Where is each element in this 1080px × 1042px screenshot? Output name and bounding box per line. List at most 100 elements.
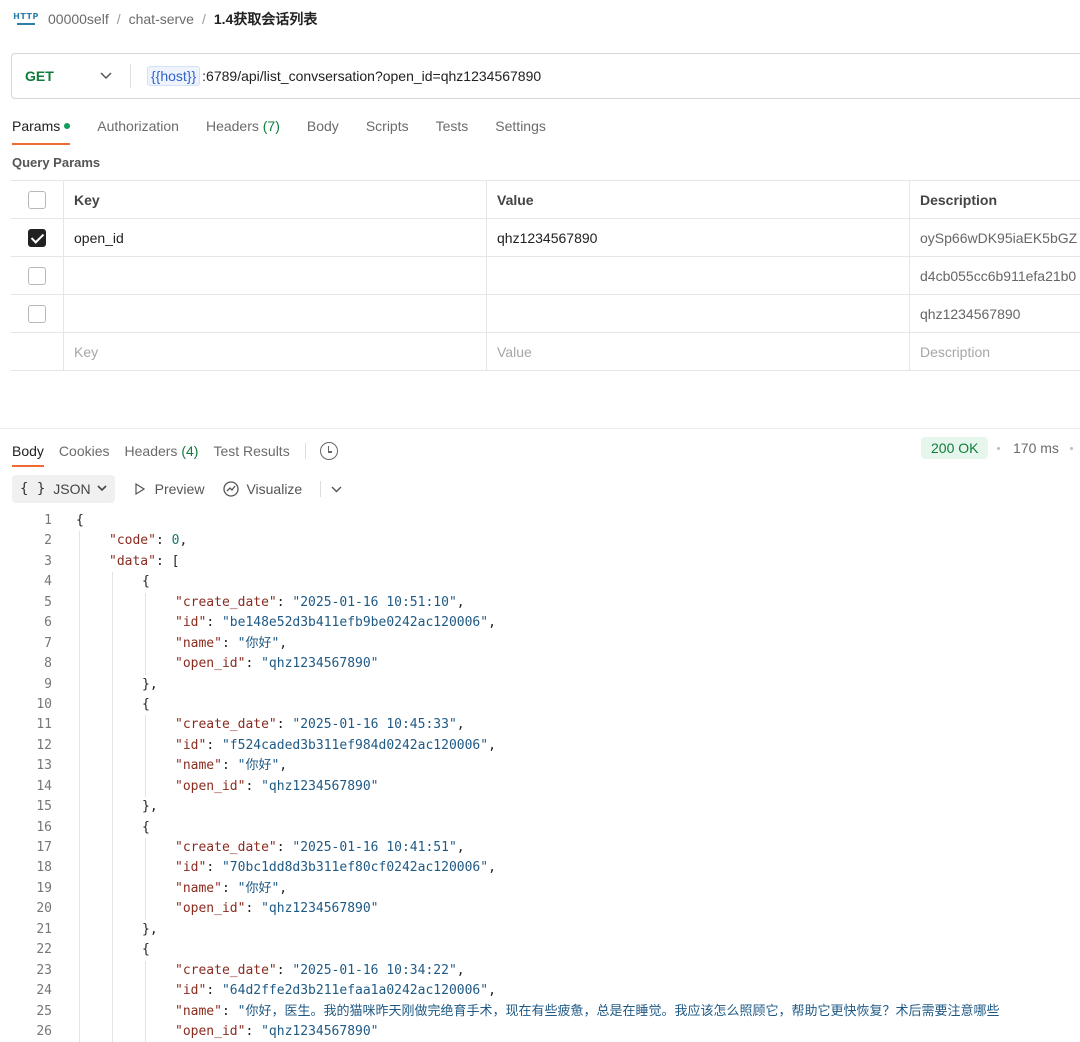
param-enabled-checkbox[interactable] bbox=[28, 228, 46, 247]
code-line: 22 { bbox=[0, 940, 1080, 961]
indent-guide bbox=[112, 858, 113, 879]
code-text: "code": 0, bbox=[109, 531, 187, 551]
play-icon bbox=[135, 483, 145, 495]
response-body-code[interactable]: 1{2 "code": 0, 3 "data": [4{5 "create_date":… bbox=[0, 511, 1080, 1042]
status-badge[interactable]: 200 OK bbox=[921, 437, 989, 459]
host-variable[interactable]: {{host}} bbox=[147, 66, 201, 86]
param-value-cell[interactable]: qhz1234567890 bbox=[486, 219, 909, 256]
method-select[interactable]: GET bbox=[12, 54, 130, 98]
headers-count: (7) bbox=[262, 118, 280, 134]
code-text: "name": "你好，医生。我的猫咪昨天刚做完绝育手术，现在有些疲惫，总是在睡… bbox=[175, 1002, 999, 1022]
http-request-icon: HTTP bbox=[13, 11, 38, 27]
json-punctuation: : bbox=[155, 533, 172, 549]
indent-guide bbox=[79, 940, 80, 961]
param-key-cell[interactable] bbox=[63, 295, 486, 332]
code-text: "name": "你好", bbox=[175, 634, 287, 654]
line-number: 20 bbox=[36, 901, 52, 917]
code-line: 18 "id": "70bc1dd8d3b311ef80cf0242ac12000… bbox=[0, 858, 1080, 879]
code-line: 24 "id": "64d2ffe2d3b211efaa1a0242ac12000… bbox=[0, 981, 1080, 1002]
breadcrumb-workspace[interactable]: 00000self bbox=[48, 11, 109, 27]
breadcrumb-separator: / bbox=[201, 11, 206, 27]
param-description-cell[interactable]: qhz1234567890 bbox=[909, 295, 1080, 332]
chevron-down-icon[interactable] bbox=[331, 482, 342, 496]
indent-guide bbox=[79, 838, 80, 859]
json-string: "qhz1234567890" bbox=[261, 1023, 379, 1039]
response-tab-headers[interactable]: Headers (4) bbox=[125, 439, 199, 463]
tab-scripts[interactable]: Scripts bbox=[366, 112, 409, 144]
indent-guide bbox=[145, 838, 146, 859]
json-key: "data" bbox=[109, 553, 156, 569]
response-tab-test-results[interactable]: Test Results bbox=[213, 439, 289, 463]
json-punctuation: : bbox=[206, 983, 222, 999]
indent-guide bbox=[79, 797, 80, 818]
code-line: 20 "open_id": "qhz1234567890" bbox=[0, 899, 1080, 920]
response-tab-body[interactable]: Body bbox=[12, 439, 44, 467]
chevron-down-icon bbox=[100, 69, 112, 83]
preview-button[interactable]: Preview bbox=[135, 481, 204, 497]
divider bbox=[320, 481, 322, 497]
code-line: 12 "id": "f524caded3b311ef984d0242ac12000… bbox=[0, 735, 1080, 757]
url-input[interactable]: {{host}} :6789/api/list_convsersation?op… bbox=[147, 66, 541, 86]
indent-guide bbox=[79, 756, 80, 777]
json-key: "open_id" bbox=[175, 901, 246, 917]
new-param-row: Key Value Description bbox=[11, 333, 1080, 371]
separator-dot bbox=[997, 447, 1000, 450]
param-value-cell[interactable] bbox=[486, 257, 909, 294]
json-key: "name" bbox=[175, 1003, 222, 1019]
response-time[interactable]: 170 ms bbox=[1013, 440, 1059, 456]
indent-guide bbox=[112, 817, 113, 838]
param-description-cell[interactable]: oySp66wDK95iaEK5bGZ bbox=[909, 219, 1080, 256]
method-label: GET bbox=[25, 68, 54, 84]
param-enabled-checkbox[interactable] bbox=[28, 304, 46, 323]
indent-guide bbox=[79, 572, 80, 593]
indent-guide bbox=[112, 735, 113, 757]
new-value-input[interactable]: Value bbox=[486, 333, 909, 370]
json-punctuation: { bbox=[76, 513, 84, 528]
code-line: 3 "data": [ bbox=[0, 551, 1080, 573]
indent-guide bbox=[145, 858, 146, 879]
indent-guide bbox=[79, 715, 80, 736]
indent-guide bbox=[79, 899, 80, 920]
response-tab-cookies[interactable]: Cookies bbox=[59, 439, 110, 463]
code-line: 13 "name": "你好", bbox=[0, 756, 1080, 777]
tab-authorization[interactable]: Authorization bbox=[97, 112, 179, 144]
json-string: "be148e52d3b411efb9be0242ac120006" bbox=[221, 615, 489, 631]
param-key-cell[interactable]: open_id bbox=[63, 219, 486, 256]
json-string: "2025-01-16 10:45:33" bbox=[292, 717, 457, 733]
json-string: "你好" bbox=[237, 758, 280, 774]
tab-settings[interactable]: Settings bbox=[495, 112, 546, 144]
param-key-cell[interactable] bbox=[63, 257, 486, 294]
param-enabled-checkbox[interactable] bbox=[28, 266, 46, 285]
line-number: 1 bbox=[44, 513, 52, 528]
code-text: "open_id": "qhz1234567890" bbox=[175, 1022, 379, 1042]
json-string: "qhz1234567890" bbox=[261, 901, 379, 917]
indent-guide bbox=[79, 654, 80, 675]
code-line: 17 "create_date": "2025-01-16 10:41:51", bbox=[0, 838, 1080, 859]
breadcrumb-collection[interactable]: chat-serve bbox=[129, 11, 194, 27]
json-punctuation: { bbox=[142, 942, 150, 958]
indent-guide bbox=[79, 981, 80, 1002]
response-divider[interactable] bbox=[0, 428, 1080, 429]
visualize-button[interactable]: Visualize bbox=[222, 480, 302, 498]
indent-guide bbox=[79, 674, 80, 695]
tab-body[interactable]: Body bbox=[307, 112, 339, 144]
json-key: "create_date" bbox=[175, 962, 277, 978]
json-punctuation: : bbox=[245, 778, 262, 794]
code-line: 7 "name": "你好", bbox=[0, 633, 1080, 655]
divider bbox=[304, 443, 306, 459]
tab-headers[interactable]: Headers (7) bbox=[206, 112, 280, 144]
request-name[interactable]: 1.4获取会话列表 bbox=[214, 9, 317, 29]
column-header-key: Key bbox=[63, 181, 486, 218]
history-icon[interactable] bbox=[319, 442, 338, 460]
new-key-input[interactable]: Key bbox=[63, 333, 486, 370]
tab-params[interactable]: Params bbox=[12, 112, 71, 145]
tab-tests[interactable]: Tests bbox=[436, 112, 469, 144]
select-all-checkbox[interactable] bbox=[28, 190, 46, 209]
code-text: { bbox=[142, 695, 150, 715]
indent-guide bbox=[145, 715, 146, 736]
new-description-input[interactable]: Description bbox=[909, 333, 1080, 370]
param-value-cell[interactable] bbox=[486, 295, 909, 332]
param-description-cell[interactable]: d4cb055cc6b911efa21b0 bbox=[909, 257, 1080, 294]
code-text: "id": "be148e52d3b411efb9be0242ac120006"… bbox=[175, 613, 496, 633]
format-select[interactable]: { } JSON bbox=[12, 475, 115, 503]
